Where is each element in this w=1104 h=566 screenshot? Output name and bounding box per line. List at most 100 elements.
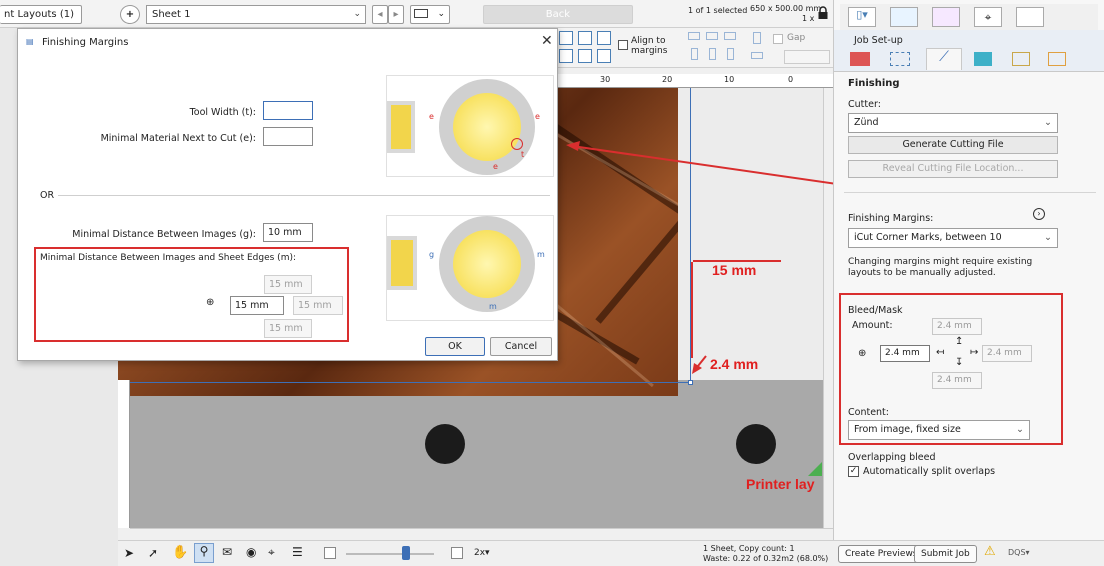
cutter-value: Zünd (854, 117, 879, 128)
tab-title: Job Set-up (854, 35, 903, 46)
diagram-g-label: g (429, 250, 435, 259)
monitor-icon[interactable] (1016, 7, 1044, 27)
cancel-button[interactable]: Cancel (490, 337, 552, 356)
link-icon[interactable]: ⊕ (858, 348, 866, 359)
cutter-label: Cutter: (848, 99, 881, 110)
chevron-down-icon: ⌄ (1044, 117, 1052, 128)
colors-icon[interactable] (932, 7, 960, 27)
diagram-e-label: e (493, 162, 498, 171)
select-tool-icon[interactable]: ➤ (124, 546, 134, 560)
content-value: From image, fixed size (854, 424, 961, 435)
diagram-e-label: e (429, 112, 434, 121)
link-icon[interactable]: ⊕ (206, 297, 214, 308)
section-title: Finishing (848, 78, 900, 89)
zoom-slider[interactable] (346, 553, 434, 555)
bleed-top-input[interactable]: 2.4 mm (932, 318, 982, 335)
diagram-e-label: e (535, 112, 540, 121)
tool-width-diagram: e e e t (386, 75, 554, 177)
registration-icon[interactable]: ⌖ (974, 7, 1002, 27)
divider (58, 195, 550, 196)
reveal-cutting-file-button[interactable]: Reveal Cutting File Location... (848, 160, 1058, 178)
edge-top-input[interactable]: 15 mm (264, 275, 312, 294)
mail-icon[interactable]: ✉ (222, 545, 232, 559)
finishing-margins-label: Finishing Margins: (848, 213, 934, 224)
bleed-bottom-input[interactable]: 2.4 mm (932, 372, 982, 389)
tool-width-label: Tool Width (t): (189, 107, 256, 118)
auto-split-checkbox[interactable]: ✓ (848, 466, 859, 477)
arrow-down-icon: ↧ (955, 357, 964, 368)
overlapping-bleed-label: Overlapping bleed (848, 452, 936, 463)
warning-icon[interactable]: ⚠ (984, 544, 996, 559)
image-icon[interactable] (890, 7, 918, 27)
arrow-head (566, 141, 580, 151)
color-tab-icon[interactable] (974, 52, 992, 66)
edge-left-input[interactable]: 15 mm (230, 296, 284, 315)
content-label: Content: (848, 407, 889, 418)
margins-note: Changing margins might require existing … (848, 257, 1033, 278)
min-distance-input[interactable]: 10 mm (263, 223, 313, 242)
dialog-title: Finishing Margins (42, 37, 129, 48)
chevron-down-icon: ⌄ (1044, 232, 1052, 243)
minimal-material-input[interactable] (263, 127, 313, 146)
finishing-margins-value: iCut Corner Marks, between 10 (854, 232, 1002, 243)
content-select[interactable]: From image, fixed size ⌄ (848, 420, 1030, 440)
tool-icon (511, 138, 523, 150)
direct-select-icon[interactable]: ➚ (148, 546, 158, 560)
zoom-tool-icon[interactable]: ⚲ (194, 543, 214, 563)
finishing-margins-dialog: ▤ Finishing Margins ✕ Tool Width (t): Mi… (17, 28, 558, 361)
bleed-left-input[interactable]: 2.4 mm (880, 345, 930, 362)
diagram-left-fill (391, 105, 411, 149)
top-icon-bar: ▯▾ ⌖ (840, 4, 1098, 30)
tab-strip: Job Set-up ⟋ (834, 30, 1104, 72)
distance-diagram: g m m (386, 215, 554, 321)
create-previews-button[interactable]: Create Previews (838, 545, 925, 563)
right-panel: ▯▾ ⌖ Job Set-up ⟋ Finishing Cutter: Zünd… (833, 0, 1104, 540)
cutter-select[interactable]: Zünd ⌄ (848, 113, 1058, 133)
edge-bottom-input[interactable]: 15 mm (264, 319, 312, 338)
sheet-edges-label: Minimal Distance Between Images and Shee… (40, 253, 296, 263)
chevron-down-icon: ⌄ (1016, 424, 1024, 435)
eye-icon[interactable]: ◉ (246, 545, 256, 559)
page-tab-icon[interactable] (1048, 52, 1066, 66)
crosshair-icon[interactable]: ⌖ (268, 545, 275, 560)
dqs-menu[interactable]: DQS▾ (1008, 548, 1030, 557)
edge-right-input[interactable]: 15 mm (293, 296, 343, 315)
status-line-2: Waste: 0.22 of 0.32m2 (68.0%) (703, 554, 829, 563)
zoom-level[interactable]: 2x▾ (474, 548, 490, 558)
amount-label: Amount: (852, 320, 893, 331)
hand-tool-icon[interactable]: ✋ (172, 545, 188, 560)
divider (844, 192, 1096, 193)
job-icon[interactable]: ▯▾ (848, 7, 876, 27)
diagram-m-label: m (537, 250, 545, 259)
zoom-in-icon[interactable] (451, 547, 463, 559)
submit-job-button[interactable]: Submit Job (914, 545, 977, 563)
book-tab-icon[interactable] (1012, 52, 1030, 66)
diagram-left-fill (391, 240, 413, 286)
arrow-up-icon: ↥ (955, 336, 964, 347)
auto-split-label: Automatically split overlaps (863, 466, 996, 477)
arrow-head (692, 363, 702, 374)
diagram-m-label: m (489, 302, 497, 311)
zoom-out-icon[interactable] (324, 547, 336, 559)
bottom-toolbar: ➤ ➚ ✋ ⚲ ✉ ◉ ⌖ ☰ 2x▾ 1 Sheet, Copy count:… (118, 540, 1104, 566)
tool-width-input[interactable] (263, 101, 313, 120)
arrow-left-icon: ↤ (936, 347, 945, 358)
layout-tab-icon[interactable] (890, 52, 910, 66)
finishing-margins-settings-icon[interactable]: › (1033, 208, 1045, 220)
or-label: OR (40, 190, 55, 201)
minimal-material-label: Minimal Material Next to Cut (e): (100, 133, 256, 144)
ok-button[interactable]: OK (425, 337, 485, 356)
bleed-right-input[interactable]: 2.4 mm (982, 345, 1032, 362)
app-icon: ▤ (26, 37, 34, 46)
close-icon[interactable]: ✕ (541, 33, 553, 49)
bleed-title: Bleed/Mask (848, 305, 903, 316)
status-line-1: 1 Sheet, Copy count: 1 (703, 544, 795, 553)
finishing-tab-icon[interactable]: ⟋ (926, 48, 962, 70)
arrow-right-icon: ↦ (970, 347, 979, 358)
finishing-margins-select[interactable]: iCut Corner Marks, between 10 ⌄ (848, 228, 1058, 248)
zoom-slider-thumb[interactable] (402, 546, 410, 560)
diagram-t-label: t (521, 150, 525, 159)
printer-tab-icon[interactable] (850, 52, 870, 66)
sliders-icon[interactable]: ☰ (292, 545, 303, 559)
generate-cutting-file-button[interactable]: Generate Cutting File (848, 136, 1058, 154)
